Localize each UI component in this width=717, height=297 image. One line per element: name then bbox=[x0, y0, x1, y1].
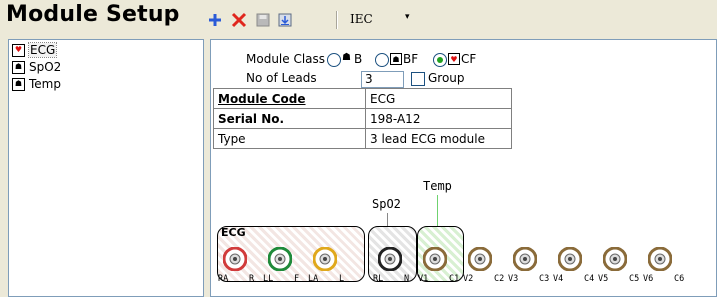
table-row: Serial No. 198-A12 bbox=[213, 108, 512, 129]
pin-label: V6 bbox=[643, 274, 654, 284]
serial-no-label: Serial No. bbox=[213, 108, 366, 129]
table-row: Type 3 lead ECG module bbox=[213, 128, 512, 149]
radio-class-b[interactable] bbox=[327, 53, 341, 67]
pin-label: LL bbox=[263, 274, 274, 284]
pin-label: V1 bbox=[418, 274, 429, 284]
person-icon: ☗ bbox=[342, 52, 351, 63]
list-item-ecg[interactable]: ♥ ECG bbox=[12, 42, 58, 58]
module-class-label: Module Class bbox=[246, 52, 326, 66]
pin-v6[interactable] bbox=[648, 247, 672, 271]
import-icon bbox=[278, 13, 292, 27]
temp-connector-line bbox=[437, 195, 438, 226]
class-b-label: B bbox=[354, 52, 363, 66]
list-item-spo2[interactable]: ☗ SpO2 bbox=[12, 59, 61, 75]
heart-icon: ♥ bbox=[448, 53, 460, 65]
pin-v4[interactable] bbox=[558, 247, 582, 271]
temp-label: Temp bbox=[423, 179, 452, 193]
pin-v1[interactable] bbox=[423, 247, 447, 271]
leads-input[interactable]: 3 bbox=[361, 71, 404, 88]
module-info-table: Module Code ECG Serial No. 198-A12 Type … bbox=[213, 88, 512, 149]
module-code-value[interactable]: ECG bbox=[365, 88, 512, 109]
pin-rl[interactable] bbox=[378, 247, 402, 271]
pin-label: C1 bbox=[449, 274, 460, 284]
class-bf-label: BF bbox=[403, 52, 419, 66]
pin-label: RL bbox=[373, 274, 384, 284]
person-icon: ☗ bbox=[12, 60, 25, 74]
pin-label: V2 bbox=[463, 274, 474, 284]
module-code-label: Module Code bbox=[213, 88, 366, 109]
module-details-panel: Module Class ☗ B ☗ BF ♥ CF No of Leads 3… bbox=[210, 39, 717, 297]
pin-label: C4 bbox=[584, 274, 595, 284]
pin-v5[interactable] bbox=[603, 247, 627, 271]
list-item-temp[interactable]: ☗ Temp bbox=[12, 76, 61, 92]
standard-dropdown[interactable]: IEC bbox=[350, 12, 373, 26]
group-label: Group bbox=[428, 71, 465, 85]
add-button[interactable] bbox=[206, 11, 224, 29]
serial-no-value[interactable]: 198-A12 bbox=[365, 108, 512, 129]
pin-label: R bbox=[249, 274, 255, 284]
spo2-label: SpO2 bbox=[372, 197, 401, 211]
heart-icon: ♥ bbox=[12, 43, 25, 57]
pin-ll[interactable] bbox=[268, 247, 292, 271]
pin-la[interactable] bbox=[313, 247, 337, 271]
pin-label: N bbox=[404, 274, 410, 284]
pin-label: RA bbox=[218, 274, 229, 284]
pin-label: C6 bbox=[674, 274, 685, 284]
pin-label: LA bbox=[308, 274, 319, 284]
pin-label: C5 bbox=[629, 274, 640, 284]
type-value[interactable]: 3 lead ECG module bbox=[365, 128, 512, 149]
person-box-icon: ☗ bbox=[390, 53, 402, 65]
save-icon bbox=[256, 13, 270, 27]
page-title: Module Setup bbox=[6, 2, 180, 27]
pin-label: V3 bbox=[508, 274, 519, 284]
person-icon: ☗ bbox=[12, 77, 25, 91]
radio-class-cf[interactable] bbox=[433, 53, 447, 67]
group-checkbox[interactable] bbox=[411, 72, 425, 86]
class-cf-label: CF bbox=[461, 52, 477, 66]
pin-label: L bbox=[339, 274, 345, 284]
pin-label: V4 bbox=[553, 274, 564, 284]
add-icon bbox=[209, 14, 221, 26]
delete-button[interactable] bbox=[230, 11, 248, 29]
module-list[interactable]: ♥ ECG ☗ SpO2 ☗ Temp bbox=[8, 39, 204, 297]
ecg-box-label: ECG bbox=[221, 226, 246, 239]
leads-label: No of Leads bbox=[246, 71, 317, 85]
pin-label: V5 bbox=[598, 274, 609, 284]
pin-v3[interactable] bbox=[513, 247, 537, 271]
table-row: Module Code ECG bbox=[213, 88, 512, 109]
pin-label: C3 bbox=[539, 274, 550, 284]
pin-label: C2 bbox=[494, 274, 505, 284]
import-button[interactable] bbox=[276, 11, 294, 29]
save-button[interactable] bbox=[254, 11, 272, 29]
spo2-connector-line bbox=[387, 213, 388, 226]
chevron-down-icon[interactable]: ▾ bbox=[405, 12, 410, 22]
pin-ra[interactable] bbox=[223, 247, 247, 271]
type-label: Type bbox=[213, 128, 366, 149]
delete-icon bbox=[231, 12, 247, 28]
radio-class-bf[interactable] bbox=[375, 53, 389, 67]
toolbar-separator bbox=[336, 11, 337, 29]
pin-label: F bbox=[294, 274, 300, 284]
pin-v2[interactable] bbox=[468, 247, 492, 271]
